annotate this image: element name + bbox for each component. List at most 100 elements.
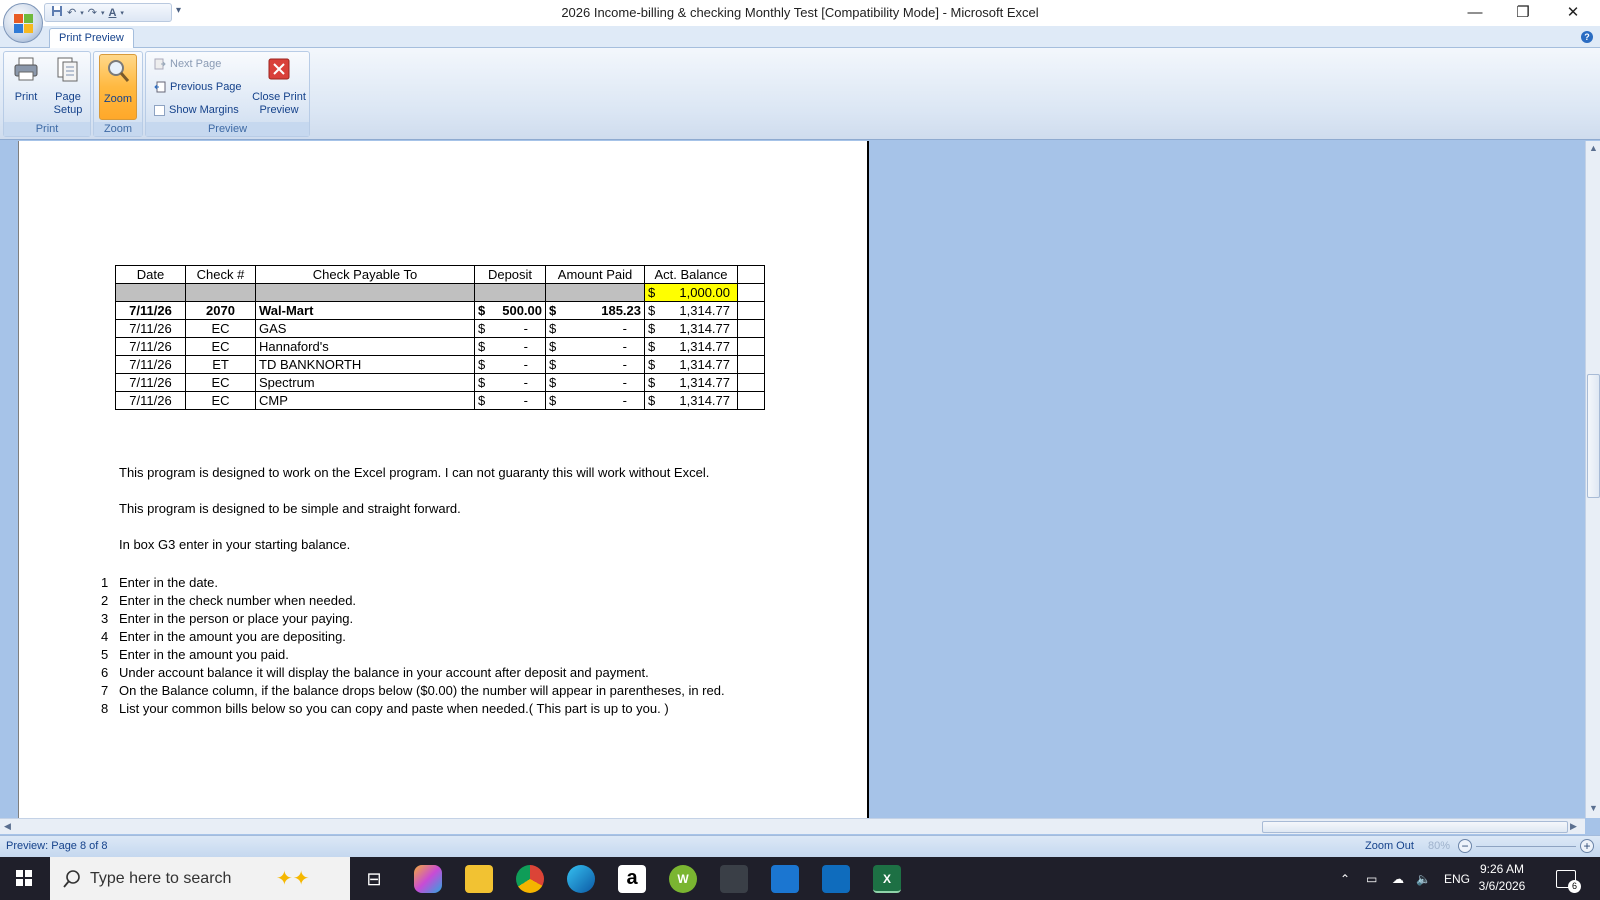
ribbon-group-print: Print Page Setup Print bbox=[3, 51, 91, 137]
header-blank bbox=[737, 265, 765, 284]
scroll-up-icon[interactable]: ▲ bbox=[1589, 143, 1598, 153]
undo-icon[interactable]: ↶ bbox=[67, 6, 76, 19]
zoom-slider[interactable] bbox=[1476, 846, 1576, 847]
previous-page-icon bbox=[154, 81, 166, 93]
print-button[interactable]: Print bbox=[8, 55, 44, 104]
list-item: 8 List your common bills below so you can… bbox=[101, 701, 669, 716]
scroll-right-icon[interactable]: ▶ bbox=[1570, 821, 1577, 832]
help-icon[interactable]: ? bbox=[1581, 31, 1593, 43]
font-color-icon[interactable]: A bbox=[108, 7, 116, 19]
volume-icon[interactable]: 🔈 bbox=[1416, 857, 1431, 900]
outlook-icon[interactable] bbox=[822, 865, 850, 893]
header-date: Date bbox=[115, 265, 186, 284]
amazon-icon[interactable]: a bbox=[618, 865, 646, 893]
zoom-button[interactable]: Zoom bbox=[99, 54, 137, 120]
quick-access-toolbar: ↶ ▾ ↷ ▾ A ▾ bbox=[44, 3, 172, 22]
show-margins-checkbox[interactable]: Show Margins bbox=[154, 101, 239, 119]
mail-icon[interactable] bbox=[771, 865, 799, 893]
list-item: 2 Enter in the check number when needed. bbox=[101, 593, 357, 608]
show-margins-checkbox-box[interactable] bbox=[154, 104, 165, 116]
header-payee: Check Payable To bbox=[255, 265, 475, 284]
ribbon: Print Page Setup Print Zoom Zoom Next Pa… bbox=[0, 48, 1600, 140]
start-button[interactable] bbox=[0, 857, 48, 900]
preview-group-label: Preview bbox=[146, 122, 309, 136]
scroll-left-icon[interactable]: ◀ bbox=[4, 821, 11, 832]
chrome-icon[interactable] bbox=[516, 865, 544, 893]
redo-dropdown-icon[interactable]: ▾ bbox=[101, 9, 105, 17]
calculator-icon[interactable] bbox=[720, 865, 748, 893]
ribbon-group-zoom: Zoom Zoom bbox=[93, 51, 143, 137]
search-placeholder: Type here to search bbox=[90, 869, 232, 887]
table-row: 7/11/26 EC Spectrum $ - $ - $1,314.77 bbox=[115, 373, 765, 392]
instruction-steps: 1 Enter in the date. 2 Enter in the check … bbox=[101, 574, 725, 718]
horizontal-scroll-thumb[interactable] bbox=[1262, 821, 1568, 833]
notifications-icon[interactable]: 6 bbox=[1556, 857, 1581, 900]
zoom-minus-icon[interactable]: − bbox=[1458, 839, 1472, 853]
taskbar: Type here to search ✦✦ ⊟ a W X ⌃ ▭ ☁ 🔈 E… bbox=[0, 857, 1600, 900]
preview-page[interactable]: Date Check # Check Payable To Deposit Am… bbox=[18, 141, 869, 818]
close-print-preview-button[interactable]: Close Print Preview bbox=[250, 55, 308, 117]
task-view-icon[interactable]: ⊟ bbox=[360, 865, 388, 893]
webroot-icon[interactable]: W bbox=[669, 865, 697, 893]
starting-balance-row: $1,000.00 bbox=[115, 283, 765, 302]
checkbook-table: Date Check # Check Payable To Deposit Am… bbox=[115, 265, 765, 410]
header-deposit: Deposit bbox=[474, 265, 546, 284]
print-preview-area[interactable]: Date Check # Check Payable To Deposit Am… bbox=[0, 141, 1585, 818]
list-item: 4 Enter in the amount you are depositing. bbox=[101, 629, 346, 644]
horizontal-scrollbar[interactable]: ◀ ▶ bbox=[0, 818, 1585, 834]
note-excel: This program is designed to work on the … bbox=[119, 465, 710, 480]
save-icon[interactable] bbox=[51, 5, 63, 20]
minimize-button[interactable]: — bbox=[1452, 2, 1498, 24]
tab-print-preview[interactable]: Print Preview bbox=[49, 28, 134, 49]
restore-button[interactable]: ❐ bbox=[1500, 2, 1546, 24]
note-simple: This program is designed to be simple an… bbox=[119, 501, 461, 516]
vertical-scroll-thumb[interactable] bbox=[1587, 374, 1600, 498]
vertical-scrollbar[interactable]: ▲ ▼ bbox=[1585, 141, 1600, 818]
note-starting-balance: In box G3 enter in your starting balance… bbox=[119, 537, 351, 552]
close-preview-icon bbox=[268, 58, 290, 80]
undo-dropdown-icon[interactable]: ▾ bbox=[80, 9, 84, 17]
windows-icon bbox=[16, 870, 32, 886]
page-setup-button[interactable]: Page Setup bbox=[48, 55, 88, 117]
scroll-down-icon[interactable]: ▼ bbox=[1589, 803, 1598, 813]
table-row: 7/11/26 EC CMP $ - $ - $1,314.77 bbox=[115, 391, 765, 410]
battery-icon[interactable]: ▭ bbox=[1366, 857, 1377, 900]
file-explorer-icon[interactable] bbox=[465, 865, 493, 893]
excel-icon[interactable]: X bbox=[873, 865, 901, 893]
taskbar-search[interactable]: Type here to search ✦✦ bbox=[50, 857, 350, 900]
customize-qat-icon[interactable]: ▾ bbox=[176, 5, 181, 16]
close-window-button[interactable]: ✕ bbox=[1550, 2, 1596, 24]
zoom-level[interactable]: 80% bbox=[1428, 840, 1450, 852]
office-button[interactable] bbox=[3, 3, 43, 43]
previous-page-button[interactable]: Previous Page bbox=[154, 78, 242, 96]
next-page-icon bbox=[154, 58, 166, 70]
table-row: 7/11/26 2070 Wal-Mart $500.00 $185.23 $1… bbox=[115, 301, 765, 320]
copilot-sparkle-icon[interactable]: ✦✦ bbox=[276, 866, 310, 891]
table-header-row: Date Check # Check Payable To Deposit Am… bbox=[115, 265, 765, 284]
ribbon-group-preview: Next Page Previous Page Show Margins Clo… bbox=[145, 51, 310, 137]
list-item: 3 Enter in the person or place your payin… bbox=[101, 611, 354, 626]
taskbar-clock[interactable]: 9:26 AM 3/6/2026 bbox=[1462, 861, 1542, 895]
table-row: 7/11/26 EC Hannaford's $ - $ - $1,314.77 bbox=[115, 337, 765, 356]
next-page-button[interactable]: Next Page bbox=[154, 55, 221, 73]
redo-icon[interactable]: ↷ bbox=[88, 6, 97, 19]
title-bar: 2026 Income-billing & checking Monthly T… bbox=[0, 0, 1600, 26]
cloud-icon[interactable]: ☁ bbox=[1392, 857, 1404, 900]
header-amount-paid: Amount Paid bbox=[545, 265, 645, 284]
list-item: 7 On the Balance column, if the balance d… bbox=[101, 683, 725, 698]
list-item: 1 Enter in the date. bbox=[101, 575, 219, 590]
tray-chevron-icon[interactable]: ⌃ bbox=[1340, 857, 1350, 900]
font-color-dropdown-icon[interactable]: ▾ bbox=[120, 9, 124, 17]
table-row: 7/11/26 EC GAS $ - $ - $1,314.77 bbox=[115, 319, 765, 338]
edge-icon[interactable] bbox=[567, 865, 595, 893]
printer-icon bbox=[14, 57, 38, 81]
zoom-out-label[interactable]: Zoom Out bbox=[1365, 840, 1414, 852]
zoom-plus-icon[interactable]: + bbox=[1580, 839, 1594, 853]
list-item: 6 Under account balance it will display t… bbox=[101, 665, 649, 680]
header-balance: Act. Balance bbox=[644, 265, 738, 284]
header-check: Check # bbox=[185, 265, 256, 284]
copilot-icon[interactable] bbox=[414, 865, 442, 893]
starting-balance-cell: $1,000.00 bbox=[644, 283, 738, 302]
zoom-group-label: Zoom bbox=[94, 122, 142, 136]
search-icon bbox=[63, 870, 80, 888]
